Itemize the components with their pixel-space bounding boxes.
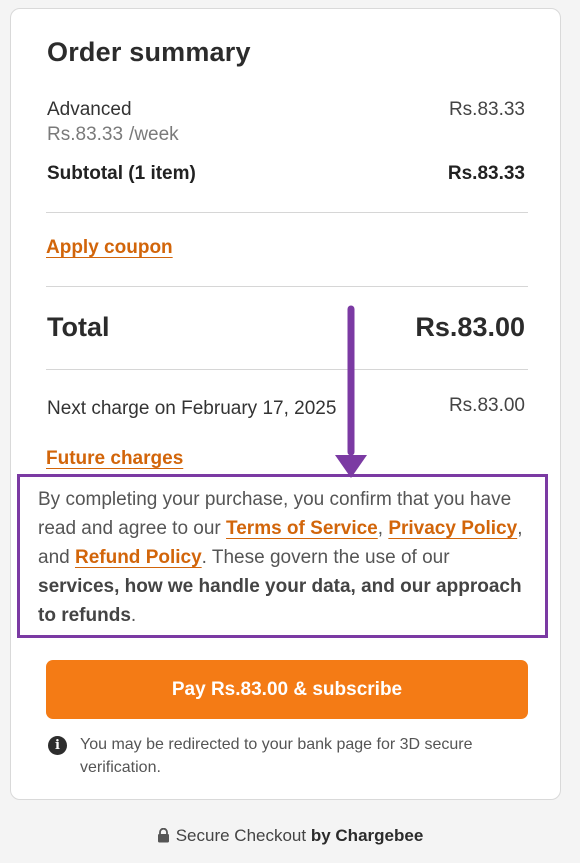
future-charges-link[interactable]: Future charges — [46, 448, 183, 470]
chargebee-brand: by Chargebee — [310, 826, 424, 845]
terms-consent-text: By completing your purchase, you confirm… — [38, 485, 532, 630]
secure-checkout-footer: Secure Checkout by Chargebee — [0, 826, 580, 848]
terms-highlight-box: By completing your purchase, you confirm… — [17, 474, 548, 638]
redirect-notice: You may be redirected to your bank page … — [80, 736, 473, 776]
apply-coupon-link[interactable]: Apply coupon — [46, 237, 173, 259]
next-charge-label: Next charge on February 17, 2025 — [47, 398, 337, 419]
divider — [46, 369, 528, 370]
privacy-policy-link[interactable]: Privacy Policy — [388, 518, 517, 539]
secure-checkout-label: Secure Checkout — [175, 826, 307, 845]
terms-bold-text: services, how we handle your data, and o… — [38, 576, 522, 626]
billing-period: /week — [129, 124, 179, 145]
order-summary-card: Order summary Advanced Rs.83.33 Rs.83.33… — [10, 8, 561, 800]
total-value: Rs.83.00 — [415, 312, 525, 342]
terms-text-part: , — [377, 518, 384, 539]
plan-unit-price: Rs.83.33/week — [47, 124, 179, 146]
lock-icon — [157, 827, 170, 848]
subtotal-label: Subtotal (1 item) — [47, 163, 196, 184]
terms-of-service-link[interactable]: Terms of Service — [226, 518, 378, 539]
pay-subscribe-button[interactable]: Pay Rs.83.00 & subscribe — [46, 660, 528, 719]
next-charge-value: Rs.83.00 — [448, 395, 525, 416]
info-icon: i — [48, 736, 67, 755]
divider — [46, 286, 528, 287]
terms-text-part: . — [130, 605, 137, 626]
plan-name: Advanced — [47, 99, 132, 120]
refund-policy-link[interactable]: Refund Policy — [75, 547, 202, 568]
terms-text-part: . These govern the use of our — [201, 547, 450, 568]
divider — [46, 212, 528, 213]
subtotal-value: Rs.83.33 — [447, 163, 525, 184]
unit-price: Rs.83.33 — [47, 124, 124, 145]
order-summary-title: Order summary — [47, 37, 251, 67]
total-label: Total — [47, 312, 110, 342]
plan-price: Rs.83.33 — [448, 99, 525, 120]
